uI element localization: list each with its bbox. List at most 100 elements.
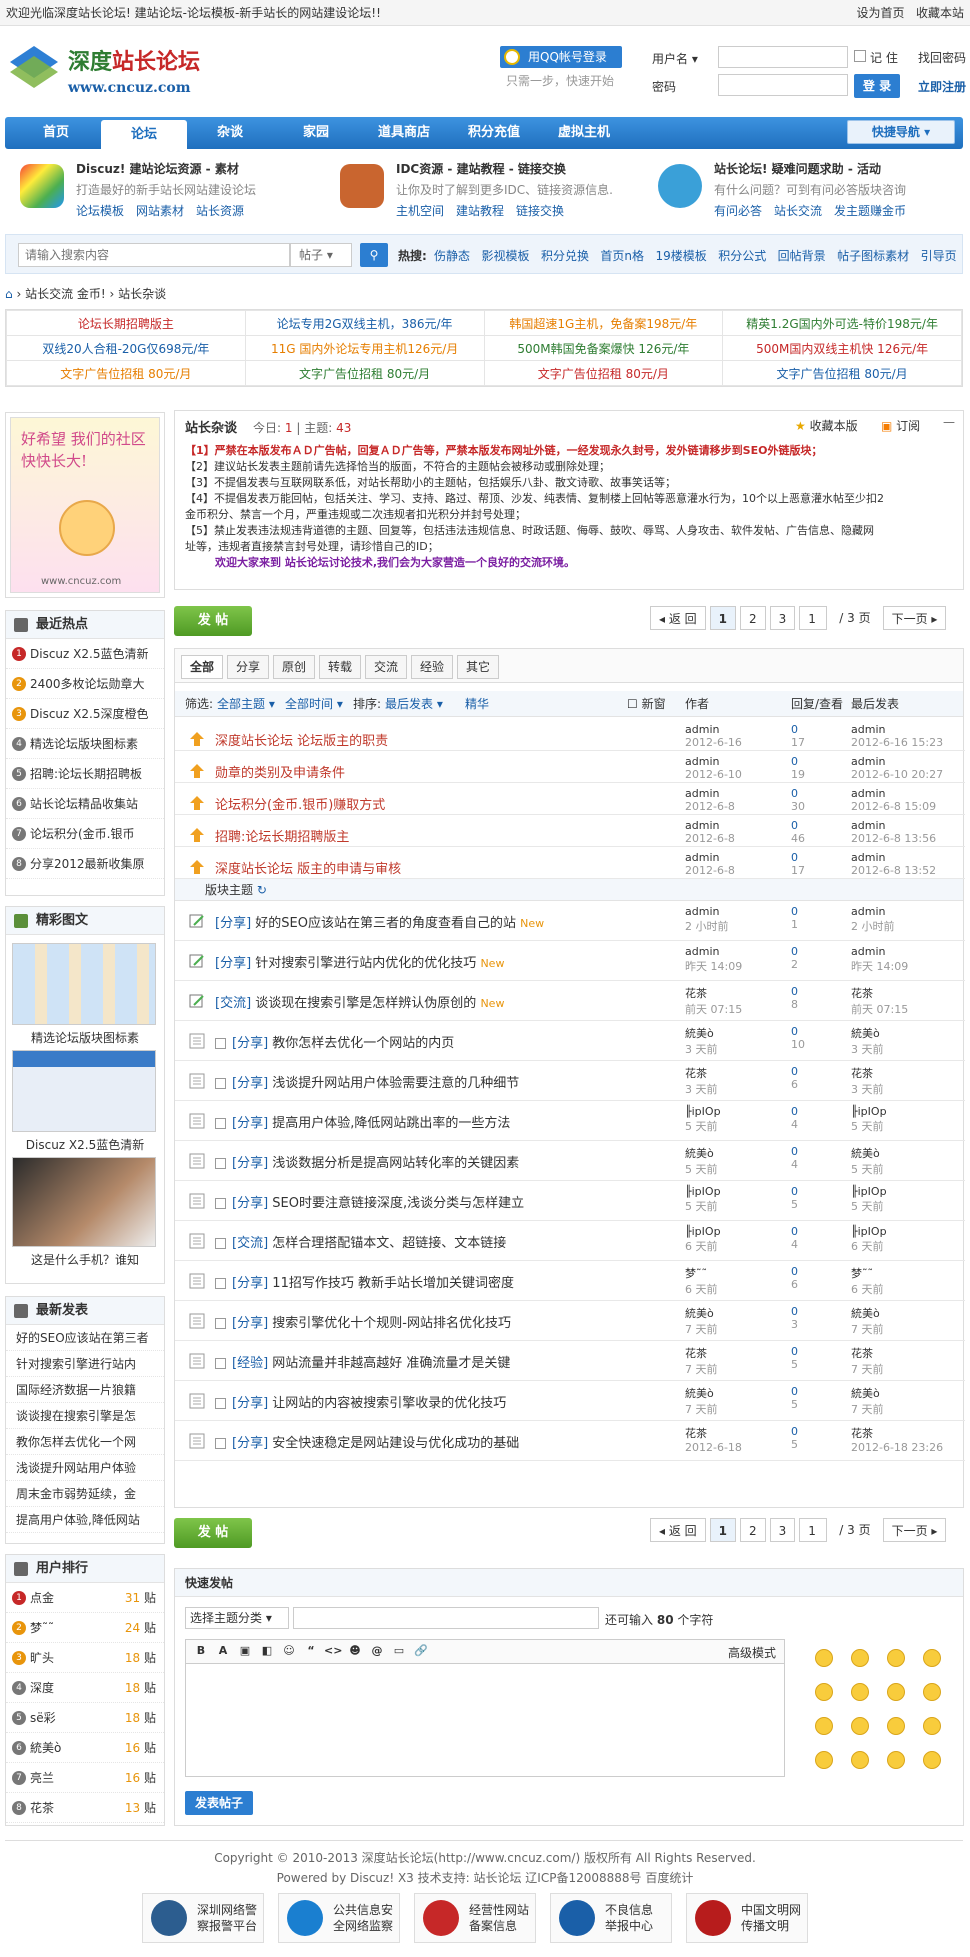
text-ad[interactable]: 11G 国内外论坛专用主机126元/月 (244, 335, 485, 361)
thread-tag[interactable]: [分享] (232, 1036, 268, 1051)
rank-row[interactable]: 5 sё彩 18 贴 (6, 1703, 164, 1733)
thread-checkbox[interactable] (215, 1438, 226, 1449)
hot-search-item[interactable]: 19楼模板 (655, 249, 706, 263)
thread-title[interactable]: 深度站长论坛 版主的申请与审核 (215, 862, 401, 877)
thread-last-post[interactable]: admin 2012-6-8 13:52 (851, 851, 936, 877)
smiley-icon[interactable] (887, 1751, 905, 1769)
rank-user[interactable]: sё彩 (30, 1711, 56, 1725)
footer-badge[interactable]: 公共信息安 全网络监察 (278, 1893, 400, 1943)
nav-forum[interactable]: 论坛 (101, 120, 187, 149)
forgot-password-link[interactable]: 找回密码 (918, 49, 966, 66)
feature-title[interactable]: Discuz! 建站论坛资源 - 素材 (76, 160, 316, 177)
new-thread-button[interactable]: 发 帖 (174, 606, 252, 636)
thread-author[interactable]: admin 2012-6-8 (685, 819, 735, 845)
smiley-icon[interactable] (923, 1751, 941, 1769)
pic-thumb[interactable] (12, 1050, 156, 1132)
sort-select[interactable]: 最后发表 ▾ (385, 691, 443, 717)
nav-home-space[interactable]: 家园 (273, 117, 359, 149)
hot-search-item[interactable]: 积分公式 (718, 249, 766, 263)
nav-talk[interactable]: 杂谈 (187, 117, 273, 149)
nav-recharge[interactable]: 积分充值 (449, 117, 539, 149)
thread-author[interactable]: 花茶 前天 07:15 (685, 985, 742, 1017)
new-thread-button-bottom[interactable]: 发 帖 (174, 1518, 252, 1548)
sidebar-list-item[interactable]: 5 招聘:论坛长期招聘板 (6, 759, 164, 789)
thread-title[interactable]: 浅谈数据分析是提高网站转化率的关键因素 (272, 1156, 519, 1171)
pic-thumb[interactable] (12, 943, 156, 1025)
thread-checkbox[interactable] (215, 1238, 226, 1249)
thread-last-post[interactable]: admin 2 小时前 (851, 905, 895, 934)
thread-tag[interactable]: [分享] (232, 1156, 268, 1171)
username-label[interactable]: 用户名 ▾ (652, 50, 698, 67)
smiley-icon[interactable] (851, 1683, 869, 1701)
nav-home[interactable]: 首页 (11, 117, 101, 149)
thread-author[interactable]: 統美ò 3 天前 (685, 1025, 718, 1057)
sidebar-list-item[interactable]: 浅谈提升网站用户体验 (6, 1455, 164, 1481)
rank-user[interactable]: 亮兰 (30, 1771, 54, 1785)
sidebar-list-item[interactable]: 2 2400多枚论坛勋章大 (6, 669, 164, 699)
editor-tool-icon[interactable]: ◧ (258, 1644, 276, 1657)
smiley-icon[interactable] (887, 1649, 905, 1667)
thread-title[interactable]: 论坛积分(金币.银币)赚取方式 (215, 798, 385, 813)
thread-last-post[interactable]: ╟ipIOp 5 天前 (851, 1105, 887, 1134)
thread-tag[interactable]: [分享] (232, 1116, 268, 1131)
thread-checkbox[interactable] (215, 1398, 226, 1409)
text-ad[interactable]: 论坛专用2G双线主机，386元/年 (244, 310, 485, 336)
search-icon[interactable]: ⚲ (360, 243, 388, 267)
feature-links[interactable]: 主机空间 建站教程 链接交换 (396, 202, 636, 219)
login-button[interactable]: 登 录 (854, 74, 900, 98)
pager-back[interactable]: ◂ 返 回 (650, 606, 706, 630)
subject-input[interactable] (293, 1607, 599, 1629)
editor-tool-icon[interactable]: B (192, 1644, 210, 1657)
smiley-icon[interactable] (923, 1717, 941, 1735)
feature-links[interactable]: 论坛模板 网站素材 站长资源 (76, 202, 316, 219)
thread-title[interactable]: SEO时要注意链接深度,浅谈分类与怎样建立 (272, 1196, 524, 1211)
message-textarea[interactable] (185, 1663, 785, 1777)
sidebar-banner[interactable]: 好希望 我们的社区 快快长大! www.cncuz.com (5, 412, 165, 598)
smiley-icon[interactable] (851, 1751, 869, 1769)
thread-checkbox[interactable] (215, 1158, 226, 1169)
thread-last-post[interactable]: 統美ò 7 天前 (851, 1305, 884, 1337)
thread-checkbox[interactable] (215, 1198, 226, 1209)
thread-title[interactable]: 谈谈现在搜索引擎是怎样辨认伪原创的 (255, 996, 476, 1011)
collapse-icon[interactable]: — (943, 415, 955, 429)
editor-tool-icon[interactable]: ☻ (346, 1644, 364, 1657)
thread-checkbox[interactable] (215, 1278, 226, 1289)
thread-row[interactable]: [经验] 网站流量并非越高越好 准确流量才是关键 花茶 7 天前 0 5 花茶 7 天前 (175, 1341, 965, 1381)
sidebar-list-item[interactable]: 1 Discuz X2.5蓝色清新 (6, 639, 164, 669)
type-tab[interactable]: 经验 (411, 655, 454, 679)
thread-row[interactable]: [分享] 教你怎样去优化一个网站的内页 統美ò 3 天前 0 10 統美ò 3 天前 (175, 1021, 965, 1061)
rank-user[interactable]: 花茶 (30, 1801, 54, 1815)
thread-last-post[interactable]: admin 2012-6-8 13:56 (851, 819, 936, 845)
thread-title[interactable]: 怎样合理搭配锚本文、超链接、文本链接 (272, 1236, 506, 1251)
thread-last-post[interactable]: 花茶 3 天前 (851, 1065, 884, 1097)
hot-search-item[interactable]: 引导页 (921, 249, 957, 263)
rank-row[interactable]: 4 深度 18 贴 (6, 1673, 164, 1703)
digest-filter[interactable]: 精华 (465, 691, 489, 717)
text-ad[interactable]: 精英1.2G国内外可选-特价198元/年 (722, 310, 962, 336)
thread-author[interactable]: 花茶 7 天前 (685, 1345, 718, 1377)
editor-tool-icon[interactable]: ▣ (236, 1644, 254, 1657)
pager-page[interactable]: 2 (740, 606, 766, 630)
hot-search-item[interactable]: 首页n格 (600, 249, 644, 263)
thread-row[interactable]: [分享] 11招写作技巧 教新手站长增加关键词密度 梦˜˜ 6 天前 0 6 梦˜˜ 6 天… (175, 1261, 965, 1301)
pager-next[interactable]: 下一页 ▸ (882, 1518, 947, 1542)
pager-back[interactable]: ◂ 返 回 (650, 1518, 706, 1542)
type-tab[interactable]: 其它 (457, 655, 500, 679)
thread-tag[interactable]: [分享] (232, 1276, 268, 1291)
smiley-icon[interactable] (815, 1683, 833, 1701)
thread-title[interactable]: 浅谈提升网站用户体验需要注意的几种细节 (272, 1076, 519, 1091)
register-link[interactable]: 立即注册 (918, 78, 966, 95)
pager-page[interactable]: 1 (709, 606, 737, 630)
editor-tool-icon[interactable]: @ (368, 1644, 386, 1657)
text-ad[interactable]: 文字广告位招租 80元/月 (6, 360, 246, 386)
text-ad[interactable]: 论坛长期招聘版主 (6, 310, 246, 336)
rank-row[interactable]: 1 点金 31 贴 (6, 1583, 164, 1613)
footer-badge[interactable]: 中国文明网 传播文明 (686, 1893, 808, 1943)
smiley-icon[interactable] (923, 1649, 941, 1667)
thread-author[interactable]: admin 2012-6-16 (685, 723, 742, 749)
thread-checkbox[interactable] (215, 1318, 226, 1329)
text-ad[interactable]: 韩国超速1G主机，免备案198元/年 (483, 310, 724, 336)
thread-title[interactable]: 好的SEO应该站在第三者的角度查看自己的站 (255, 916, 516, 931)
thread-tag[interactable]: [经验] (232, 1356, 268, 1371)
thread-title[interactable]: 针对搜索引擎进行站内优化的优化技巧 (255, 956, 476, 971)
